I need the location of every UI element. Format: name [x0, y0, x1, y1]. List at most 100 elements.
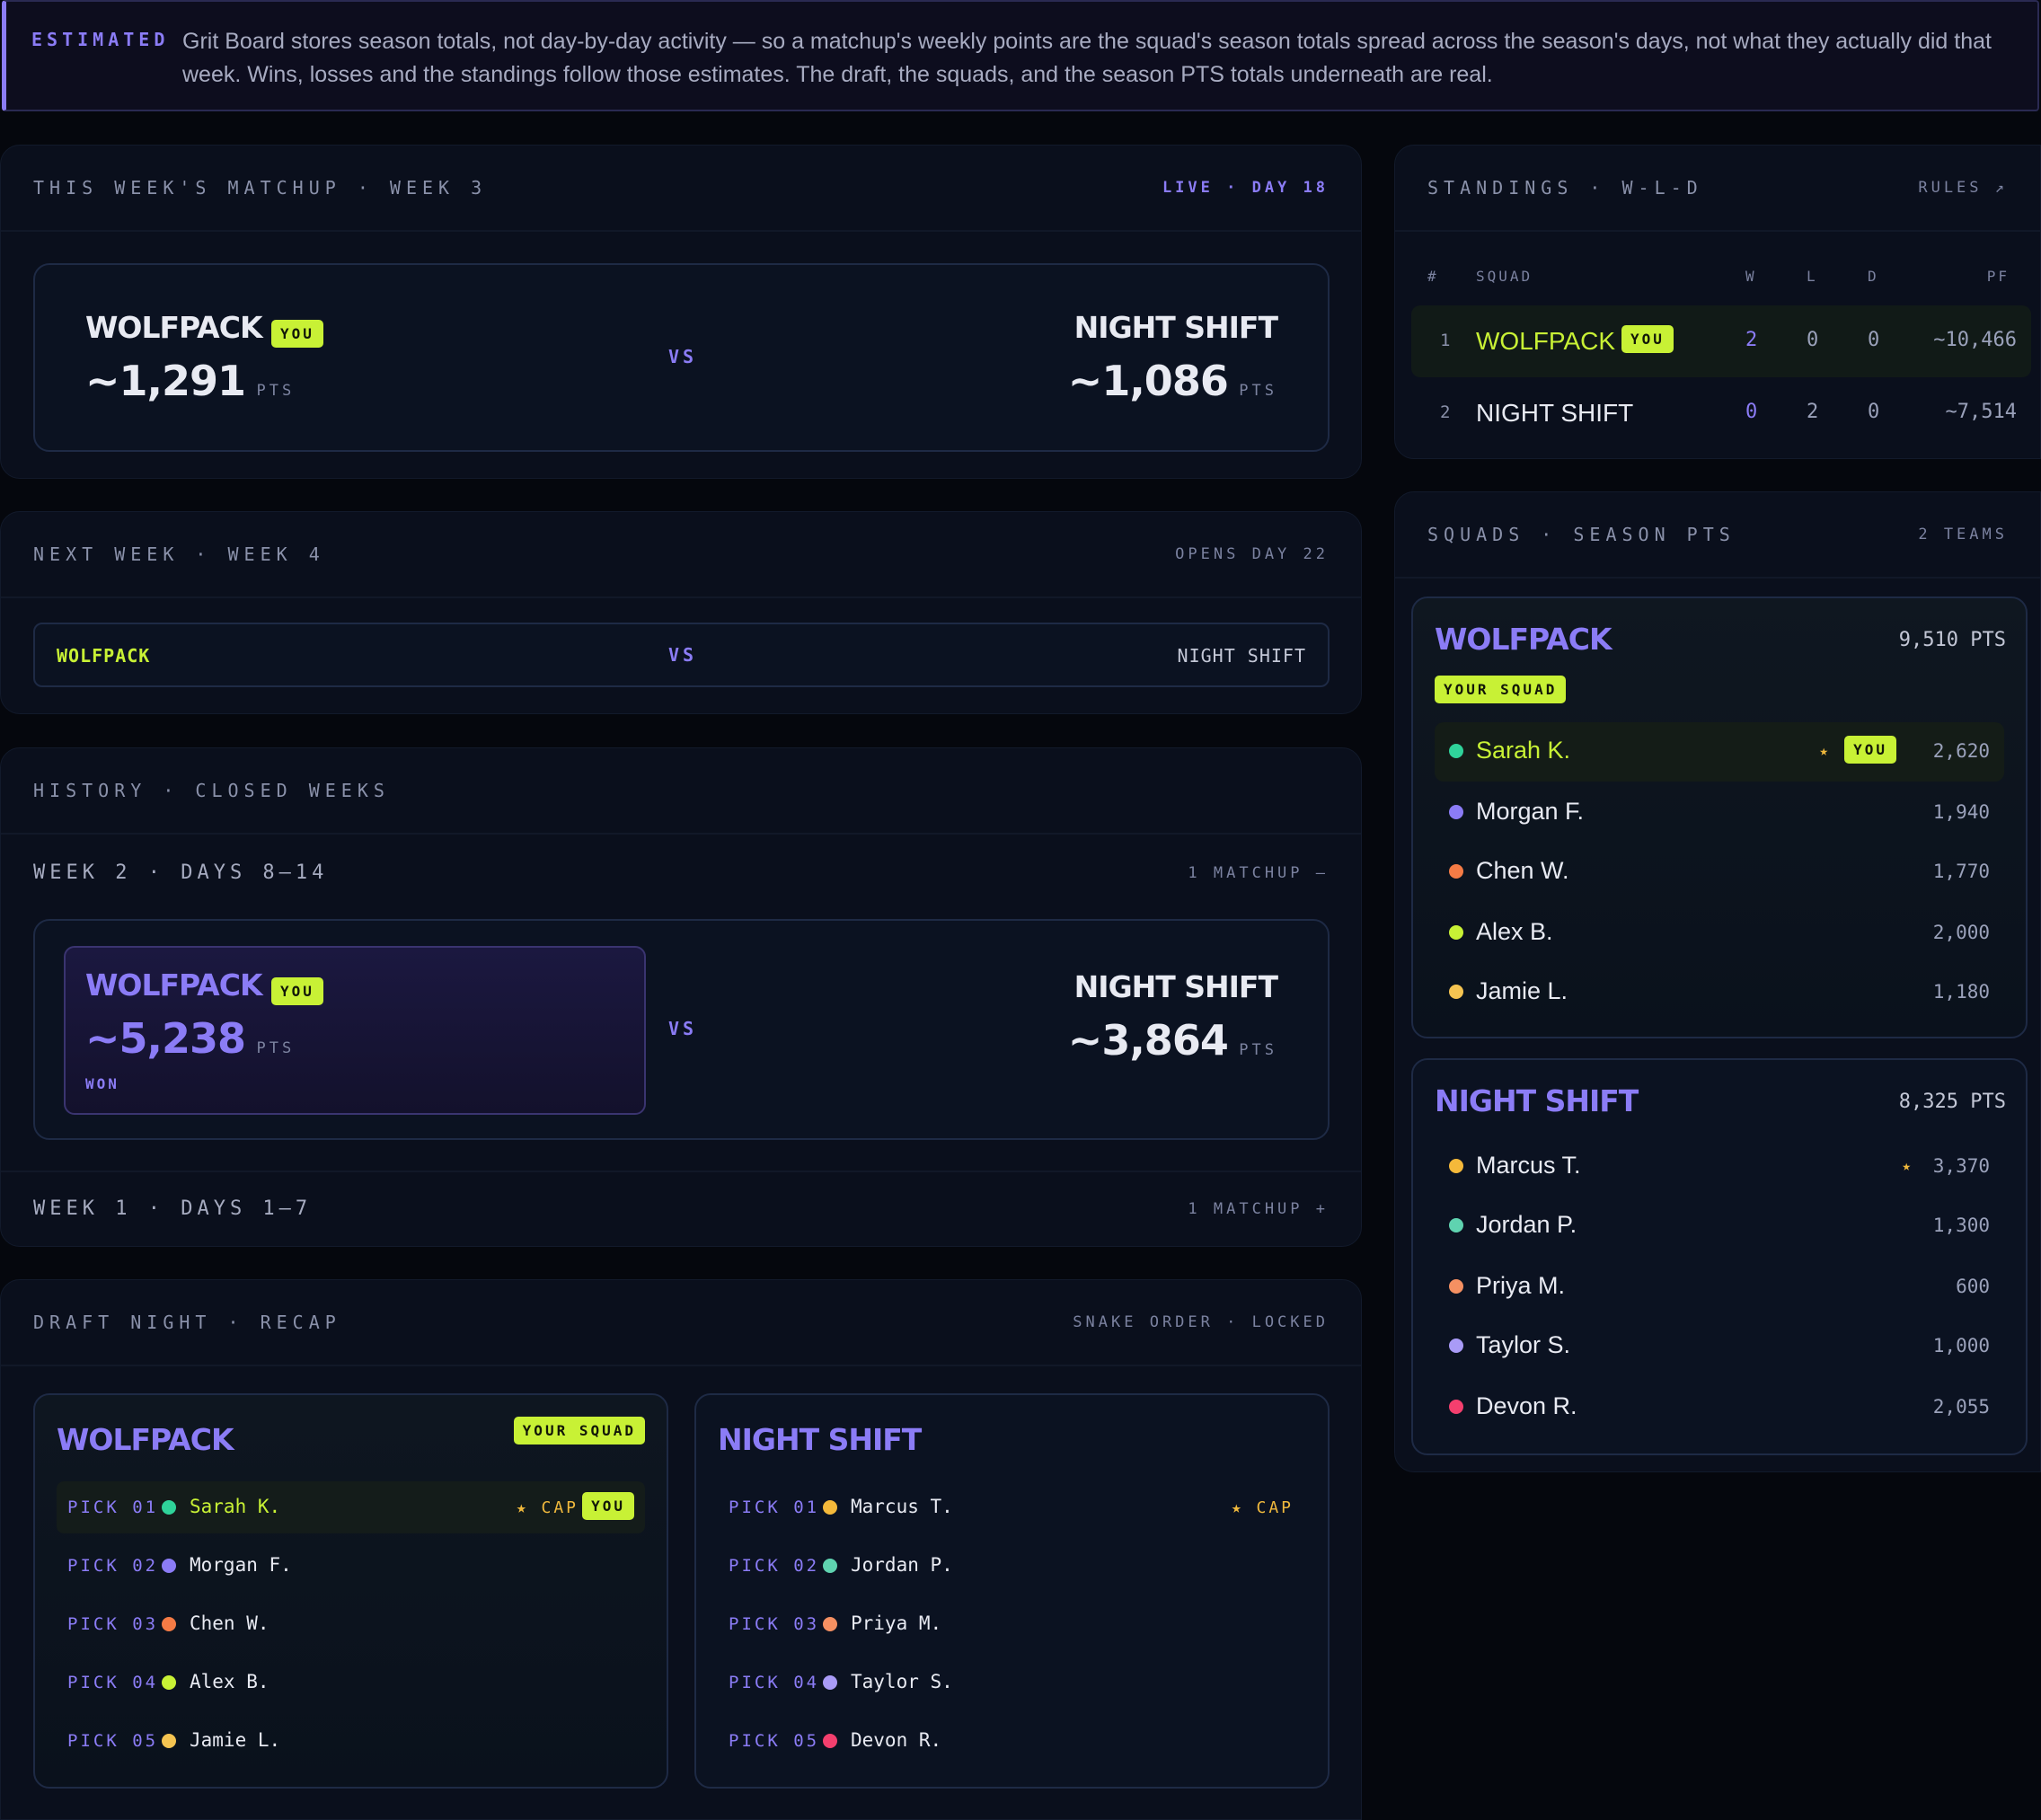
player-name: Chen W.	[190, 1612, 269, 1634]
squad-name: NIGHT SHIFT	[1435, 1083, 1639, 1118]
week-1-meta: 1 MATCHUP +	[1188, 1200, 1329, 1218]
squad-player-row[interactable]: Jordan P. 1,300	[1435, 1197, 2004, 1256]
matchup-home-name: WOLFPACK	[85, 310, 263, 345]
draft-pick-row[interactable]: PICK 04 Taylor S.	[718, 1657, 1306, 1709]
squad-player-row[interactable]: Jamie L. 1,180	[1435, 963, 2004, 1022]
rules-link[interactable]: RULES ↗	[1918, 179, 2008, 197]
standings-squad: NIGHT SHIFT	[1476, 399, 1634, 427]
draft-pick-row[interactable]: PICK 04 Alex B.	[57, 1657, 645, 1709]
col-rank: #	[1427, 268, 1439, 285]
player-color-dot	[1449, 805, 1463, 819]
standings-pf: ~10,466	[1933, 329, 2017, 351]
player-color-dot	[823, 1500, 837, 1515]
player-name: Devon R.	[1476, 1392, 1577, 1419]
player-name: Jamie L.	[190, 1729, 281, 1751]
week-2-matchup-card[interactable]: WOLFPACK YOU ~5,238 PTS WON VS NIGHT SHI…	[33, 919, 1330, 1140]
you-badge: YOU	[1844, 736, 1896, 764]
standings-squad: WOLFPACK	[1476, 327, 1616, 355]
vs-label: VS	[668, 346, 698, 367]
week-2-result: WON	[85, 1075, 119, 1092]
week-2-away-pts: ~3,864	[1067, 1016, 1229, 1065]
captain-star-icon: ★ CAP	[1231, 1498, 1294, 1517]
squad-player-row[interactable]: Alex B. 2,000	[1435, 904, 2004, 963]
your-squad-badge: YOUR SQUAD	[1435, 676, 1567, 703]
draft-pick-row[interactable]: PICK 02 Morgan F.	[57, 1540, 645, 1592]
you-badge: YOU	[270, 320, 323, 349]
week-1-header[interactable]: WEEK 1 · DAYS 1–7 1 MATCHUP +	[1, 1172, 1361, 1248]
player-name: Jordan P.	[1476, 1211, 1577, 1238]
player-name: Alex B.	[1476, 918, 1553, 945]
week-2-away-name: NIGHT SHIFT	[1074, 969, 1278, 1004]
player-pts: 2,055	[1932, 1396, 1990, 1418]
next-week-status: OPENS DAY 22	[1175, 545, 1329, 563]
squad-player-row[interactable]: Sarah K. ★ YOU 2,620	[1435, 722, 2004, 782]
player-color-dot	[823, 1734, 837, 1748]
matchup-panel: THIS WEEK'S MATCHUP · WEEK 3 LIVE · DAY …	[0, 145, 1362, 479]
squad-player-row[interactable]: Taylor S. 1,000	[1435, 1317, 2004, 1376]
draft-pick-row[interactable]: PICK 05 Devon R.	[718, 1715, 1306, 1767]
player-color-dot	[823, 1617, 837, 1631]
player-name: Priya M.	[851, 1612, 942, 1634]
player-color-dot	[1449, 744, 1463, 758]
draft-title: DRAFT NIGHT · RECAP	[33, 1312, 341, 1333]
week-2-winner-box: WOLFPACK YOU ~5,238 PTS WON	[64, 946, 646, 1115]
you-badge: YOU	[270, 977, 323, 1006]
draft-pick-row[interactable]: PICK 01 Marcus T. ★ CAP	[718, 1481, 1306, 1533]
squad-player-row[interactable]: Devon R. 2,055	[1435, 1378, 2004, 1437]
squad-player-row[interactable]: Marcus T. ★ 3,370	[1435, 1137, 2004, 1197]
squads-panel: SQUADS · SEASON PTS 2 TEAMS WOLFPACK 9,5…	[1394, 491, 2041, 1472]
player-color-dot	[162, 1675, 176, 1690]
draft-pick-row[interactable]: PICK 03 Chen W.	[57, 1598, 645, 1650]
player-name: Morgan F.	[190, 1554, 292, 1576]
next-home-name: WOLFPACK	[57, 645, 151, 667]
player-color-dot	[1449, 1218, 1463, 1232]
player-color-dot	[1449, 1338, 1463, 1353]
col-w: W	[1745, 268, 1757, 285]
squad-player-row[interactable]: Chen W. 1,770	[1435, 843, 2004, 902]
player-color-dot	[1449, 1279, 1463, 1294]
draft-pick-row[interactable]: PICK 05 Jamie L.	[57, 1715, 645, 1767]
squad-card-night-shift: NIGHT SHIFT 8,325 PTS Marcus T. ★ 3,370 …	[1411, 1058, 2028, 1455]
squads-count: 2 TEAMS	[1918, 526, 2008, 543]
draft-pick-row[interactable]: PICK 02 Jordan P.	[718, 1540, 1306, 1592]
player-color-dot	[1449, 1400, 1463, 1414]
player-name: Chen W.	[1476, 857, 1569, 884]
vs-label: VS	[668, 1018, 698, 1039]
squad-name: WOLFPACK	[1435, 622, 1612, 657]
draft-team-wolfpack: WOLFPACK YOUR SQUAD PICK 01 Sarah K. ★ C…	[33, 1393, 668, 1789]
player-color-dot	[162, 1734, 176, 1748]
matchup-title: THIS WEEK'S MATCHUP · WEEK 3	[33, 177, 488, 199]
matchup-card[interactable]: WOLFPACK YOU ~1,291 PTS VS NIGHT SHIFT ~…	[33, 263, 1330, 452]
col-pf: PF	[1986, 268, 2010, 285]
player-pts: 1,180	[1932, 981, 1990, 1003]
standings-d: 0	[1868, 401, 1880, 423]
standings-panel: STANDINGS · W-L-D RULES ↗ # SQUAD W L D …	[1394, 145, 2041, 459]
standings-rank: 1	[1440, 331, 1451, 350]
pts-label: PTS	[256, 382, 296, 400]
week-2-header[interactable]: WEEK 2 · DAYS 8–14 1 MATCHUP –	[1, 836, 1361, 912]
captain-star-icon: ★	[1819, 742, 1828, 759]
matchup-home-pts: ~1,291	[85, 357, 246, 405]
player-name: Alex B.	[190, 1671, 269, 1692]
standings-l: 0	[1807, 329, 1819, 351]
draft-pick-row[interactable]: PICK 01 Sarah K. ★ CAP YOU	[57, 1481, 645, 1533]
standings-w: 0	[1745, 401, 1758, 423]
squad-player-row[interactable]: Priya M. 600	[1435, 1258, 2004, 1317]
standings-l: 2	[1807, 401, 1819, 423]
week-2-home-pts: ~5,238	[85, 1014, 246, 1063]
next-week-panel: NEXT WEEK · WEEK 4 OPENS DAY 22 WOLFPACK…	[0, 511, 1362, 714]
standings-pf: ~7,514	[1945, 401, 2017, 423]
player-name: Jordan P.	[851, 1554, 953, 1576]
standings-row[interactable]: 2 NIGHT SHIFT 0 2 0 ~7,514	[1411, 377, 2031, 449]
squad-player-row[interactable]: Morgan F. 1,940	[1435, 783, 2004, 843]
draft-pick-row[interactable]: PICK 03 Priya M.	[718, 1598, 1306, 1650]
captain-star-icon: ★	[1902, 1157, 1911, 1174]
player-pts: 1,000	[1932, 1335, 1990, 1356]
standings-row[interactable]: 1 WOLFPACK YOU 2 0 0 ~10,466	[1411, 305, 2031, 377]
draft-team-name: NIGHT SHIFT	[718, 1422, 922, 1457]
col-l: L	[1807, 268, 1818, 285]
col-d: D	[1868, 268, 1879, 285]
squad-total: 8,325 PTS	[1898, 1091, 2006, 1113]
matchup-away-name: NIGHT SHIFT	[1074, 310, 1278, 345]
next-week-card[interactable]: WOLFPACK VS NIGHT SHIFT	[33, 623, 1330, 687]
